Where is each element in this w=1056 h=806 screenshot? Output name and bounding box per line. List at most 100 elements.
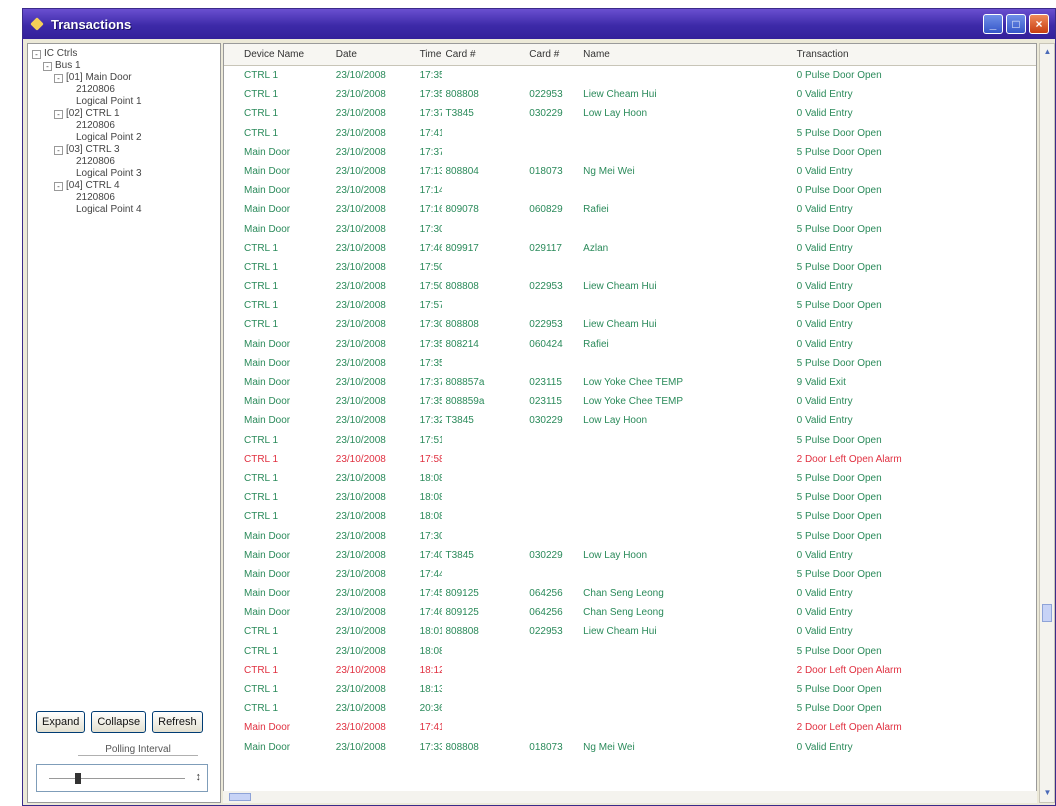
table-row[interactable]: CTRL 1 23/10/2008 18:12 2 Door Left Open Al…: [224, 661, 1036, 680]
table-row[interactable]: Main Door 23/10/2008 17:32T3845 030229 Low L…: [224, 411, 1036, 430]
table-row[interactable]: Main Door 23/10/2008 17:37808857a 023115 Low…: [224, 373, 1036, 392]
table-cell: 17:57: [419, 300, 442, 312]
refresh-button[interactable]: Refresh: [152, 711, 203, 733]
table-row[interactable]: Main Door 23/10/2008 17:35 5 Pulse Door Ope…: [224, 354, 1036, 373]
tree-node[interactable]: 2120806: [30, 120, 218, 132]
tree-expander-icon[interactable]: -: [54, 73, 63, 83]
tree-node[interactable]: - [04] CTRL 4: [30, 180, 218, 192]
table-row[interactable]: CTRL 1 23/10/2008 17:30808808 022953 Liew Ch…: [224, 315, 1036, 334]
table-cell: [579, 181, 792, 200]
scroll-up-icon[interactable]: ▲: [1042, 47, 1053, 57]
table-row[interactable]: Main Door 23/10/2008 17:14 0 Pulse Door Ope…: [224, 181, 1036, 200]
table-row[interactable]: Main Door 23/10/2008 17:30 5 Pulse Door Ope…: [224, 220, 1036, 239]
table-cell: 17:14: [419, 185, 442, 197]
table-row[interactable]: CTRL 1 23/10/2008 18:08 5 Pulse Door Open: [224, 642, 1036, 661]
minimize-button[interactable]: _: [983, 14, 1003, 34]
table-cell: [579, 124, 792, 143]
table-row[interactable]: CTRL 1 23/10/2008 17:50808808 022953 Liew Ch…: [224, 277, 1036, 296]
table-row[interactable]: CTRL 1 23/10/2008 18:01808808 022953 Liew Ch…: [224, 622, 1036, 641]
slider-thumb[interactable]: [75, 773, 81, 784]
tree-node[interactable]: - Bus 1: [30, 60, 218, 72]
table-row[interactable]: CTRL 1 23/10/2008 18:08 5 Pulse Door Open: [224, 488, 1036, 507]
title-bar[interactable]: Transactions _ □ ×: [23, 9, 1055, 39]
table-cell: [579, 296, 792, 315]
tree-expander-icon[interactable]: -: [54, 181, 63, 191]
tree-expander-icon[interactable]: -: [54, 145, 63, 155]
tree-expander-icon[interactable]: -: [54, 109, 63, 119]
tree-node[interactable]: Logical Point 4: [30, 204, 218, 216]
tree-expander-icon[interactable]: -: [32, 49, 41, 59]
close-button[interactable]: ×: [1029, 14, 1049, 34]
table-cell: Main Door: [244, 396, 291, 408]
column-header[interactable]: Name: [579, 44, 792, 66]
table-row[interactable]: CTRL 1 23/10/2008 18:08 5 Pulse Door Open: [224, 507, 1036, 526]
tree-expander-icon[interactable]: -: [43, 61, 52, 71]
table-row[interactable]: CTRL 1 23/10/2008 17:57 5 Pulse Door Open: [224, 296, 1036, 315]
table-row[interactable]: Main Door 23/10/2008 17:45809125 064256 Chan…: [224, 584, 1036, 603]
tree-node[interactable]: - IC Ctrls: [30, 48, 218, 60]
table-cell: [525, 296, 579, 315]
table-row[interactable]: Main Door 23/10/2008 17:44 5 Pulse Door Ope…: [224, 565, 1036, 584]
table-row[interactable]: Main Door 23/10/2008 17:46809125 064256 Chan…: [224, 603, 1036, 622]
table-cell: [442, 431, 526, 450]
table-row[interactable]: CTRL 1 23/10/2008 18:13 5 Pulse Door Open: [224, 680, 1036, 699]
table-row[interactable]: CTRL 1 23/10/2008 17:35808808 022953 Liew Ch…: [224, 85, 1036, 104]
tree-node[interactable]: - [02] CTRL 1: [30, 108, 218, 120]
table-cell: T3845: [445, 549, 474, 561]
table-row[interactable]: Main Door 23/10/2008 17:35808214 060424 Rafi…: [224, 335, 1036, 354]
table-row[interactable]: CTRL 1 23/10/2008 17:58 2 Door Left Open Al…: [224, 450, 1036, 469]
table-row[interactable]: CTRL 1 23/10/2008 17:46809917 029117 Azlan 0 …: [224, 239, 1036, 258]
table-row[interactable]: Main Door 23/10/2008 17:41 2 Door Left Open…: [224, 718, 1036, 737]
tree-node[interactable]: Logical Point 2: [30, 132, 218, 144]
tree-node-label: 2120806: [76, 192, 115, 203]
table-cell: Liew Cheam Hui: [583, 626, 657, 638]
collapse-button[interactable]: Collapse: [91, 711, 147, 733]
tree-node[interactable]: - [03] CTRL 3: [30, 144, 218, 156]
maximize-button[interactable]: □: [1006, 14, 1026, 34]
table-cell: Ng Mei Wei: [583, 165, 635, 177]
table-row[interactable]: Main Door 23/10/2008 17:13808804 018073 Ng M…: [224, 162, 1036, 181]
table-row[interactable]: CTRL 1 23/10/2008 17:51 5 Pulse Door Open: [224, 431, 1036, 450]
horizontal-scrollbar[interactable]: [223, 791, 1037, 803]
table-row[interactable]: Main Door 23/10/2008 17:30 5 Pulse Door Ope…: [224, 527, 1036, 546]
table-row[interactable]: Main Door 23/10/2008 17:40T3845 030229 Low L…: [224, 546, 1036, 565]
table-cell: CTRL 1: [244, 281, 279, 293]
tree-node[interactable]: - [01] Main Door: [30, 72, 218, 84]
table-cell: 0 Valid Entry: [796, 396, 853, 408]
tree-node[interactable]: 2120806: [30, 156, 218, 168]
tree-node[interactable]: 2120806: [30, 84, 218, 96]
table-row[interactable]: Main Door 23/10/2008 17:37 5 Pulse Door Ope…: [224, 143, 1036, 162]
column-header[interactable]: Device Name: [224, 44, 332, 66]
polling-interval-slider[interactable]: ↕: [36, 764, 208, 792]
table-row[interactable]: Main Door 23/10/2008 17:16809078 060829 Rafi…: [224, 200, 1036, 219]
expand-button[interactable]: Expand: [36, 711, 86, 733]
table-cell: 17:35: [419, 338, 442, 350]
table-row[interactable]: CTRL 1 23/10/2008 17:41 5 Pulse Door Open: [224, 124, 1036, 143]
table-row[interactable]: CTRL 1 23/10/2008 17:50 5 Pulse Door Open: [224, 258, 1036, 277]
table-row[interactable]: Main Door 23/10/2008 17:35808859a 023115 Low…: [224, 392, 1036, 411]
table-cell: 0 Valid Entry: [796, 108, 853, 120]
table-row[interactable]: Main Door 23/10/2008 17:33808808 018073 Ng M…: [224, 738, 1036, 757]
device-tree[interactable]: - IC Ctrls - Bus 1- [01] Main Door 2120806 Log…: [28, 44, 220, 699]
vertical-scrollbar[interactable]: ▲ ▼: [1039, 43, 1055, 803]
vertical-scroll-thumb[interactable]: [1042, 604, 1052, 622]
table-row[interactable]: CTRL 1 23/10/2008 17:37T3845 030229 Low Lay …: [224, 104, 1036, 123]
table-row[interactable]: CTRL 1 23/10/2008 20:36 5 Pulse Door Open: [224, 699, 1036, 718]
scroll-down-icon[interactable]: ▼: [1042, 788, 1053, 798]
table-row[interactable]: CTRL 1 23/10/2008 17:35 0 Pulse Door Open: [224, 66, 1036, 85]
column-header[interactable]: Transaction: [793, 44, 1036, 66]
table-cell: 5 Pulse Door Open: [796, 472, 882, 484]
column-header[interactable]: Time: [416, 44, 442, 66]
table-cell: 5 Pulse Door Open: [796, 645, 882, 657]
tree-node[interactable]: 2120806: [30, 192, 218, 204]
column-header[interactable]: Card #: [525, 44, 579, 66]
table-row[interactable]: CTRL 1 23/10/2008 18:08 5 Pulse Door Open: [224, 469, 1036, 488]
horizontal-scroll-thumb[interactable]: [229, 793, 251, 801]
table-cell: Main Door: [244, 588, 291, 600]
table-cell: [579, 450, 792, 469]
column-header[interactable]: Date: [332, 44, 416, 66]
tree-node[interactable]: Logical Point 3: [30, 168, 218, 180]
tree-node[interactable]: Logical Point 1: [30, 96, 218, 108]
column-header[interactable]: Card #: [442, 44, 526, 66]
table-cell: Main Door: [244, 568, 291, 580]
